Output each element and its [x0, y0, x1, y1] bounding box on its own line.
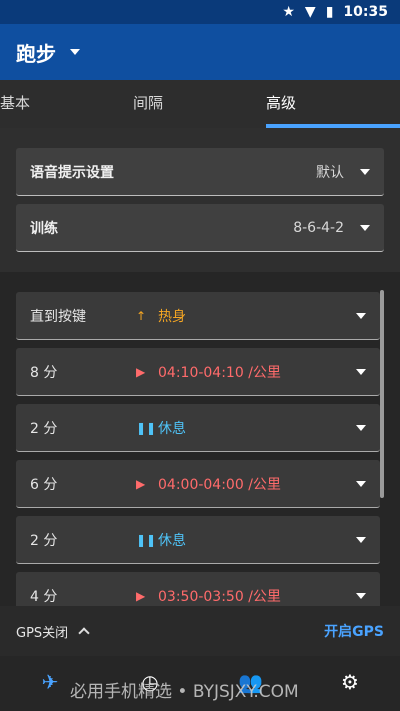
step-row[interactable]: 6 分 ▶ 04:00-04:00 /公里 — [16, 460, 380, 508]
enable-gps-button[interactable]: 开启GPS — [324, 621, 384, 641]
pause-icon: ❚❚ — [136, 532, 157, 547]
step-duration: 2 分 — [30, 532, 58, 549]
voice-settings-label: 语音提示设置 — [30, 164, 114, 181]
chevron-down-icon[interactable] — [70, 49, 80, 55]
step-target: 04:10-04:10 /公里 — [158, 364, 281, 381]
star-icon: ★ — [282, 4, 295, 20]
steps-list: 直到按键 ↑ 热身 8 分 ▶ 04:10-04:10 /公里 2 分 ❚❚ 休… — [0, 272, 400, 606]
step-row[interactable]: 直到按键 ↑ 热身 — [16, 292, 380, 340]
play-icon: ▶ — [136, 364, 146, 379]
step-target: 休息 — [158, 420, 186, 437]
tab-interval[interactable]: 间隔 — [133, 92, 163, 113]
training-value: 8-6-4-2 — [293, 219, 344, 236]
step-target: 04:00-04:00 /公里 — [158, 476, 281, 493]
activity-title[interactable]: 跑步 — [16, 38, 56, 67]
arrow-up-icon: ↑ — [136, 308, 147, 323]
step-target: 休息 — [158, 532, 186, 549]
watermark-text: 必用手机精选 • BYJSJXY.COM — [70, 682, 299, 702]
step-duration: 6 分 — [30, 476, 58, 493]
play-icon: ▶ — [136, 588, 146, 603]
voice-settings-dropdown[interactable]: 语音提示设置 默认 — [16, 148, 384, 196]
dropdown-arrow-icon — [356, 592, 366, 599]
step-duration: 8 分 — [30, 364, 58, 381]
training-label: 训练 — [30, 220, 58, 237]
status-time: 10:35 — [343, 4, 388, 20]
tab-advanced[interactable]: 高级 — [266, 92, 296, 113]
gps-bar: GPS关闭 开启GPS — [0, 606, 400, 656]
chevron-up-icon[interactable] — [78, 627, 90, 639]
tab-bar: 基本 间隔 高级 — [0, 80, 400, 128]
step-target: 热身 — [158, 308, 186, 325]
app-bar: 跑步 — [0, 24, 400, 80]
pause-icon: ❚❚ — [136, 420, 157, 435]
step-row[interactable]: 2 分 ❚❚ 休息 — [16, 404, 380, 452]
status-bar: ★ ▼ ▮ 10:35 — [0, 0, 400, 24]
step-row[interactable]: 8 分 ▶ 04:10-04:10 /公里 — [16, 348, 380, 396]
play-icon: ▶ — [136, 476, 146, 491]
scrollbar[interactable] — [380, 290, 384, 498]
dropdown-arrow-icon — [356, 312, 366, 319]
dropdown-arrow-icon — [360, 224, 370, 231]
dropdown-arrow-icon — [356, 368, 366, 375]
battery-icon: ▮ — [325, 4, 334, 20]
dropdown-arrow-icon — [356, 480, 366, 487]
run-icon[interactable]: ✈ — [38, 670, 62, 694]
dropdown-arrow-icon — [356, 424, 366, 431]
step-row[interactable]: 4 分 ▶ 03:50-03:50 /公里 — [16, 572, 380, 606]
step-row[interactable]: 2 分 ❚❚ 休息 — [16, 516, 380, 564]
wifi-icon: ▼ — [304, 4, 316, 20]
voice-settings-value: 默认 — [316, 164, 344, 181]
step-target: 03:50-03:50 /公里 — [158, 588, 281, 605]
step-duration: 4 分 — [30, 588, 58, 605]
gps-status: GPS关闭 — [16, 625, 69, 641]
dropdown-arrow-icon — [360, 168, 370, 175]
step-duration: 直到按键 — [30, 308, 86, 325]
settings-gear-icon[interactable]: ⚙ — [338, 670, 362, 694]
training-dropdown[interactable]: 训练 8-6-4-2 — [16, 204, 384, 252]
tab-basic[interactable]: 基本 — [0, 92, 30, 113]
settings-section: 语音提示设置 默认 训练 8-6-4-2 — [0, 128, 400, 272]
step-duration: 2 分 — [30, 420, 58, 437]
dropdown-arrow-icon — [356, 536, 366, 543]
